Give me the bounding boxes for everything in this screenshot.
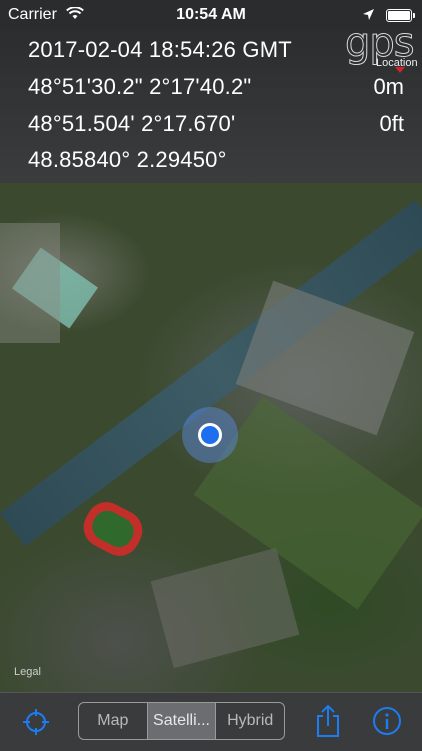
- dms-coordinates: 48°51'30.2" 2°17'40.2": [28, 74, 252, 99]
- accuracy-value: 0ft: [379, 111, 404, 136]
- bottom-toolbar: Map Satelli... Hybrid: [0, 692, 422, 751]
- satellite-map[interactable]: Legal: [0, 183, 422, 692]
- datetime-text: 2017-02-04 18:54:26 GMT: [28, 37, 292, 62]
- current-location-marker: [182, 407, 238, 463]
- share-icon: [317, 704, 339, 737]
- altitude-value: 0m: [373, 74, 404, 99]
- info-icon: [373, 707, 401, 735]
- building-block: [0, 223, 60, 343]
- building-block: [150, 547, 300, 669]
- info-button[interactable]: [372, 706, 402, 741]
- segment-satellite[interactable]: Satelli...: [147, 703, 217, 739]
- decimal-coordinates: 48.85840° 2.29450°: [28, 147, 227, 172]
- dm-coordinates: 48°51.504' 2°17.670': [28, 111, 236, 136]
- map-type-selector[interactable]: Map Satelli... Hybrid: [78, 702, 285, 740]
- share-button[interactable]: [315, 704, 341, 743]
- logo-heart-icon: [395, 67, 405, 73]
- coordinates-panel: 2017-02-04 18:54:26 GMT 48°51'30.2" 2°17…: [0, 20, 422, 183]
- segment-map[interactable]: Map: [79, 703, 148, 739]
- crosshair-icon: [23, 709, 49, 735]
- locate-me-button[interactable]: [22, 708, 50, 741]
- legal-link[interactable]: Legal: [14, 666, 41, 678]
- segment-hybrid[interactable]: Hybrid: [216, 703, 284, 739]
- app-logo: gps Location: [342, 20, 418, 73]
